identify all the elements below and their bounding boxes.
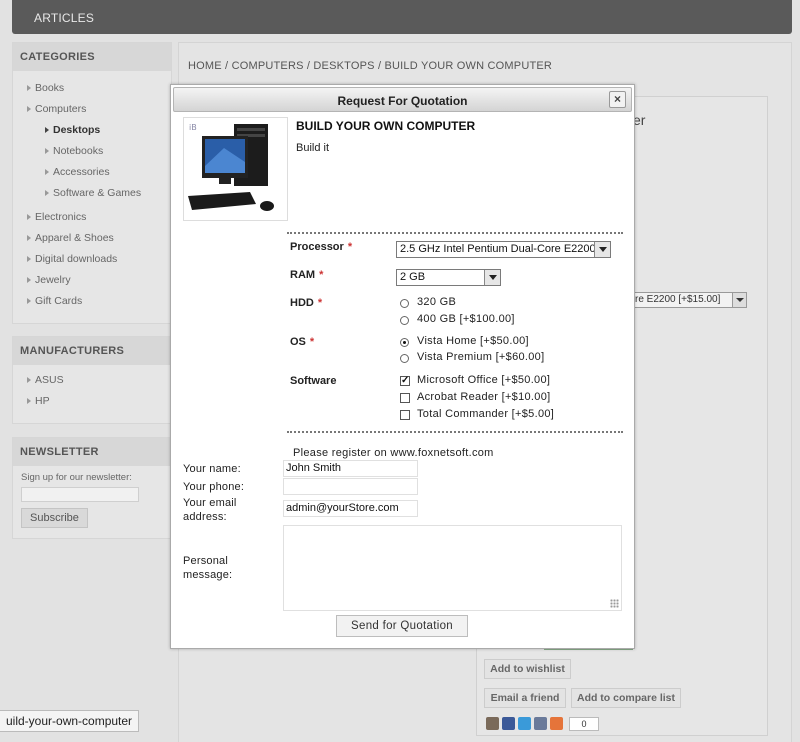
newsletter-email-input[interactable] xyxy=(21,487,139,502)
category-item-active[interactable]: Desktops xyxy=(13,120,171,141)
twitter-icon[interactable] xyxy=(518,717,531,730)
checkbox-checked[interactable]: ✓ xyxy=(400,376,410,386)
ram-select[interactable]: 2 GB xyxy=(396,269,501,286)
svg-text:iB: iB xyxy=(189,123,197,132)
manufacturer-item[interactable]: HP xyxy=(13,391,171,412)
category-item[interactable]: Electronics xyxy=(13,207,171,228)
checkbox[interactable] xyxy=(400,410,410,420)
software-option-label: Microsoft Office [+$50.00] xyxy=(417,374,551,386)
subscribe-button[interactable]: Subscribe xyxy=(21,508,88,528)
resize-handle-icon[interactable] xyxy=(610,599,619,608)
category-item[interactable]: Computers xyxy=(13,99,171,120)
modal-title: Request For Quotation xyxy=(337,94,468,108)
required-mark: * xyxy=(319,269,324,281)
radio-button-selected[interactable] xyxy=(400,338,409,347)
mail-icon[interactable] xyxy=(534,717,547,730)
categories-block: CATEGORIES Books Computers Desktops Note… xyxy=(12,42,172,324)
email-label-line2: address: xyxy=(183,511,227,523)
modal-header[interactable]: Request For Quotation × xyxy=(173,87,632,112)
checkbox[interactable] xyxy=(400,393,410,403)
category-item[interactable]: Accessories xyxy=(13,162,171,183)
send-for-quotation-button[interactable]: Send for Quotation xyxy=(336,615,468,637)
software-option-label: Acrobat Reader [+$10.00] xyxy=(417,391,551,403)
product-image: iB xyxy=(183,117,288,221)
ram-label-text: RAM xyxy=(290,269,316,281)
radio-button[interactable] xyxy=(400,316,409,325)
category-item[interactable]: Digital downloads xyxy=(13,249,171,270)
hdd-label-text: HDD xyxy=(290,297,314,309)
radio-button[interactable] xyxy=(400,354,409,363)
email-label: Your email address: xyxy=(183,496,237,524)
share-count: 0 xyxy=(569,717,599,731)
categories-title: CATEGORIES xyxy=(13,43,171,71)
processor-label-text: Processor xyxy=(290,241,344,253)
manufacturer-item[interactable]: ASUS xyxy=(13,370,171,391)
email-a-friend-button[interactable]: Email a friend xyxy=(484,688,566,708)
ram-label: RAM * xyxy=(290,269,323,281)
message-label-line1: Personal xyxy=(183,555,229,567)
required-mark: * xyxy=(317,297,323,309)
radio-button[interactable] xyxy=(400,299,409,308)
os-option-label: Vista Home [+$50.00] xyxy=(417,335,529,347)
chevron-down-icon xyxy=(594,242,610,257)
chevron-down-icon xyxy=(484,270,500,285)
email-input[interactable]: admin@yourStore.com xyxy=(283,500,418,517)
nav-articles-link[interactable]: ARTICLES xyxy=(34,11,94,25)
product-name: BUILD YOUR OWN COMPUTER xyxy=(296,119,476,133)
breadcrumb: HOME / COMPUTERS / DESKTOPS / BUILD YOUR… xyxy=(188,60,553,72)
facebook-icon[interactable] xyxy=(502,717,515,730)
os-label: OS * xyxy=(290,336,314,348)
newsletter-block: NEWSLETTER Sign up for our newsletter: S… xyxy=(12,437,172,539)
category-item[interactable]: Apparel & Shoes xyxy=(13,228,171,249)
manufacturers-list: ASUS HP xyxy=(13,365,171,418)
phone-label: Your phone: xyxy=(183,481,245,493)
processor-select-behind[interactable]: re E2200 [+$15.00] xyxy=(632,292,747,308)
add-to-wishlist-button[interactable]: Add to wishlist xyxy=(484,659,571,679)
processor-label: Processor * xyxy=(290,241,352,253)
ram-select-value: 2 GB xyxy=(400,271,426,283)
software-label: Software xyxy=(290,375,337,387)
newsletter-title: NEWSLETTER xyxy=(13,438,171,466)
close-icon[interactable]: × xyxy=(609,91,626,108)
os-option-label: Vista Premium [+$60.00] xyxy=(417,351,545,363)
message-textarea[interactable] xyxy=(283,525,622,611)
name-label: Your name: xyxy=(183,463,241,475)
category-item[interactable]: Gift Cards xyxy=(13,291,171,312)
hdd-label: HDD * xyxy=(290,297,322,309)
name-input[interactable]: John Smith xyxy=(283,460,418,477)
manufacturers-block: MANUFACTURERS ASUS HP xyxy=(12,336,172,424)
processor-select[interactable]: 2.5 GHz Intel Pentium Dual-Core E2200 [+… xyxy=(396,241,611,258)
register-note: Please register on www.foxnetsoft.com xyxy=(293,447,494,459)
email-label-line1: Your email xyxy=(183,497,237,509)
status-bar-url: uild-your-own-computer xyxy=(0,710,140,732)
quotation-modal: Request For Quotation × iB BUILD YOUR OW… xyxy=(170,84,635,649)
message-label: Personal message: xyxy=(183,554,232,582)
os-label-text: OS xyxy=(290,336,306,348)
required-mark: * xyxy=(309,336,315,348)
category-item[interactable]: Jewelry xyxy=(13,270,171,291)
hdd-option-label: 400 GB [+$100.00] xyxy=(417,313,515,325)
chevron-down-icon xyxy=(732,293,746,307)
phone-input[interactable] xyxy=(283,478,418,495)
required-mark: * xyxy=(347,241,353,253)
newsletter-label: Sign up for our newsletter: xyxy=(21,472,132,483)
category-item[interactable]: Software & Games xyxy=(13,183,171,204)
processor-select-behind-value: re E2200 [+$15.00] xyxy=(635,294,721,305)
divider-bottom xyxy=(287,431,623,433)
top-nav-bar: ARTICLES xyxy=(12,0,792,34)
processor-select-value: 2.5 GHz Intel Pentium Dual-Core E2200 [+… xyxy=(400,243,610,255)
software-option-label: Total Commander [+$5.00] xyxy=(417,408,555,420)
divider-top xyxy=(287,232,623,234)
category-item[interactable]: Books xyxy=(13,78,171,99)
message-label-line2: message: xyxy=(183,569,233,581)
product-description: Build it xyxy=(296,142,330,154)
category-item[interactable]: Notebooks xyxy=(13,141,171,162)
hdd-option-label: 320 GB xyxy=(417,296,457,308)
share-plus-icon[interactable] xyxy=(550,717,563,730)
manufacturers-title: MANUFACTURERS xyxy=(13,337,171,365)
categories-list: Books Computers Desktops Notebooks Acces… xyxy=(13,71,171,318)
email-share-icon[interactable] xyxy=(486,717,499,730)
desktop-computer-icon: iB xyxy=(188,123,274,211)
add-to-compare-button[interactable]: Add to compare list xyxy=(571,688,681,708)
